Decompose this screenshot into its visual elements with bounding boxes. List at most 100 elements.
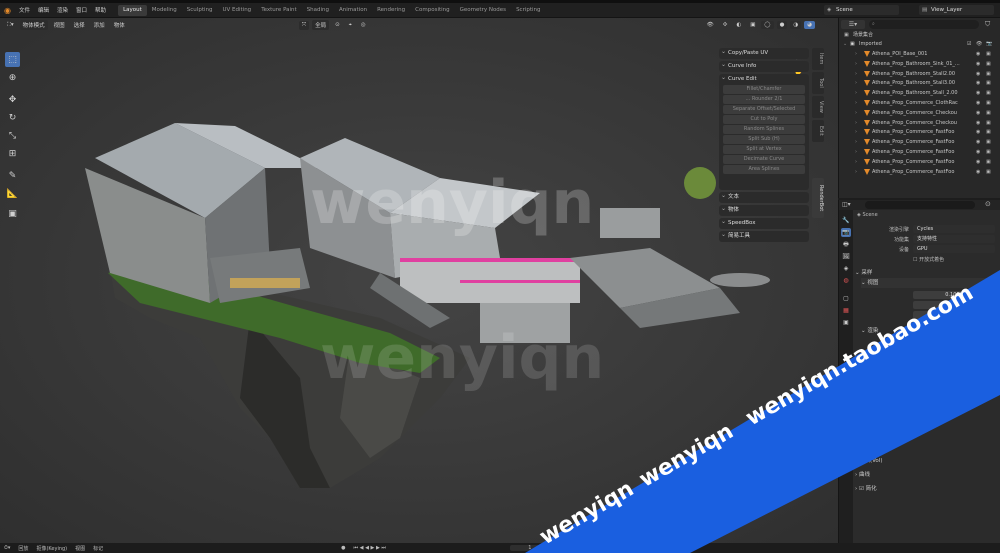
camera-icon[interactable]: ▣: [986, 168, 991, 177]
npanel-tab-view[interactable]: View: [812, 96, 824, 118]
annotate-icon[interactable]: ✎: [5, 168, 20, 183]
section-title[interactable]: Curve Info: [719, 60, 809, 71]
eye-icon[interactable]: ◉: [976, 148, 980, 157]
section-path-guiding[interactable]: › 路径引导: [861, 400, 999, 410]
outliner-item[interactable]: › Athena_POI_Base_001 ◉ ▣: [839, 50, 1000, 59]
transform-icon[interactable]: ⊞: [5, 146, 20, 161]
camera-icon[interactable]: ▣: [986, 158, 991, 167]
eye-icon[interactable]: 👁: [976, 40, 982, 49]
menu-view[interactable]: 视图: [51, 20, 68, 30]
open-shading-checkbox[interactable]: ☐ 开放式着色: [913, 256, 944, 263]
npanel-tab-tool[interactable]: Tool: [812, 72, 824, 94]
viewport-noise-threshold[interactable]: 0.1000: [913, 291, 995, 299]
chevron-right-icon[interactable]: ›: [855, 70, 857, 79]
curve-edit-button[interactable]: Area Splines: [723, 165, 805, 174]
select-box-icon[interactable]: ⬚: [5, 52, 20, 67]
menu-add[interactable]: 添加: [91, 20, 108, 30]
eye-icon[interactable]: ◉: [976, 99, 980, 108]
viewport-max-samples[interactable]: 1024: [913, 301, 995, 309]
view-layer-tab-icon[interactable]: 🖼: [841, 252, 851, 261]
section-advanced[interactable]: › 高级: [861, 424, 999, 434]
timeline-editor-icon[interactable]: ⏱▾: [0, 545, 14, 551]
npanel-tab-item[interactable]: Item: [812, 48, 824, 70]
eye-icon[interactable]: ◉: [976, 89, 980, 98]
eye-icon[interactable]: ◉: [976, 158, 980, 167]
section-viewport-sampling[interactable]: ⌄ 视图: [861, 278, 999, 288]
end-frame-field[interactable]: 250: [614, 545, 632, 551]
eye-icon[interactable]: ◉: [976, 70, 980, 79]
shading-material-icon[interactable]: ◑: [790, 21, 802, 29]
outliner-item[interactable]: › Athena_Prop_Bathroom_Stall2.00 ◉ ▣: [839, 70, 1000, 79]
camera-icon[interactable]: ▣: [986, 79, 991, 88]
pivot-icon[interactable]: ⊙: [332, 21, 343, 29]
outliner-collection-imported[interactable]: ⌄ ▣ Imported ☑ 👁 📷: [839, 40, 1000, 49]
snap-icon[interactable]: ⌖: [346, 21, 355, 30]
section-render-sampling[interactable]: ⌄ 渲染: [861, 326, 999, 336]
3d-viewport[interactable]: wenyiqn wenyiqn ⛶▾ 物体模式 视图 选择 添加 物体 ⤧ 全局…: [0, 18, 838, 543]
eye-icon[interactable]: ◉: [976, 109, 980, 118]
camera-icon[interactable]: ▣: [986, 89, 991, 98]
overlay-icon[interactable]: ◐: [733, 21, 744, 29]
chevron-right-icon[interactable]: ›: [855, 119, 857, 128]
curve-edit-button[interactable]: Split Sub (H): [723, 135, 805, 144]
add-cube-icon[interactable]: ▣: [5, 206, 20, 221]
cursor-icon[interactable]: ⊕: [5, 70, 20, 85]
tab-uv-editing[interactable]: UV Editing: [217, 5, 256, 16]
feature-set-select[interactable]: 支持特性: [913, 235, 995, 243]
menu-help[interactable]: 帮助: [91, 6, 110, 14]
chevron-right-icon[interactable]: ›: [855, 99, 857, 108]
chevron-right-icon[interactable]: ›: [855, 89, 857, 98]
camera-icon[interactable]: ▣: [986, 99, 991, 108]
tab-geometry-nodes[interactable]: Geometry Nodes: [455, 5, 511, 16]
camera-icon[interactable]: 📷: [986, 40, 992, 49]
tab-animation[interactable]: Animation: [334, 5, 372, 16]
transform-orientation[interactable]: 全局: [312, 20, 330, 30]
object-tab-icon[interactable]: ▣: [841, 318, 851, 327]
move-icon[interactable]: ✥: [5, 92, 20, 107]
outliner-item[interactable]: › Athena_Prop_Commerce_ClothRac ◉ ▣: [839, 99, 1000, 108]
outliner-item[interactable]: › Athena_Prop_Commerce_FastFoo ◉ ▣: [839, 148, 1000, 157]
tab-layout[interactable]: Layout: [118, 4, 147, 16]
proportional-icon[interactable]: ◎: [358, 21, 369, 29]
outliner-item[interactable]: › Athena_Prop_Commerce_FastFoo ◉ ▣: [839, 168, 1000, 177]
shading-solid-icon[interactable]: ●: [776, 21, 788, 29]
menu-render[interactable]: 渲染: [53, 6, 72, 14]
render-time-limit[interactable]: 0 sec: [923, 368, 995, 376]
menu-playback[interactable]: 回放: [14, 545, 32, 552]
chevron-right-icon[interactable]: ›: [855, 60, 857, 69]
outliner-item[interactable]: › Athena_Prop_Commerce_Checkou ◉ ▣: [839, 119, 1000, 128]
outliner-item[interactable]: › Athena_Prop_Commerce_FastFoo ◉ ▣: [839, 158, 1000, 167]
outliner-editor-icon[interactable]: ☰▾: [841, 20, 865, 29]
tab-scripting[interactable]: Scripting: [511, 5, 545, 16]
outliner-item[interactable]: › Athena_Prop_Commerce_Checkou ◉ ▣: [839, 109, 1000, 118]
outliner-scene-collection[interactable]: ▣ 场景集合: [839, 31, 1000, 40]
menu-window[interactable]: 窗口: [72, 6, 91, 14]
section-sampling[interactable]: ⌄ 采样: [855, 268, 999, 278]
tab-texture-paint[interactable]: Texture Paint: [256, 5, 302, 16]
chevron-down-icon[interactable]: ⌄: [843, 40, 847, 49]
shading-render-icon[interactable]: ◕: [804, 21, 815, 29]
start-frame-field[interactable]: 1: [580, 545, 591, 551]
camera-icon[interactable]: ▣: [986, 148, 991, 157]
eye-icon[interactable]: ◉: [976, 60, 980, 69]
menu-select[interactable]: 选择: [71, 20, 88, 30]
section-title[interactable]: 简易工具: [719, 230, 809, 241]
chevron-right-icon[interactable]: ›: [855, 79, 857, 88]
pin-icon[interactable]: ⊙: [985, 200, 991, 208]
rotate-icon[interactable]: ↻: [5, 110, 20, 125]
chevron-right-icon[interactable]: ›: [855, 138, 857, 147]
properties-search-input[interactable]: [865, 201, 975, 209]
eye-icon[interactable]: ◉: [976, 50, 980, 59]
eye-icon[interactable]: ◉: [976, 138, 980, 147]
camera-icon[interactable]: ▣: [986, 70, 991, 79]
filter-icon[interactable]: ⛉: [985, 20, 990, 29]
outliner-item[interactable]: › Athena_Prop_Bathroom_Stall_2.00 ◉ ▣: [839, 89, 1000, 98]
scene-tab-icon[interactable]: ◈: [841, 264, 851, 273]
tab-modeling[interactable]: Modeling: [147, 5, 182, 16]
menu-edit[interactable]: 编辑: [34, 6, 53, 14]
measure-icon[interactable]: 📐: [5, 186, 20, 201]
curve-edit-button[interactable]: Random Splines: [723, 125, 805, 134]
mode-selector[interactable]: 物体模式: [19, 20, 48, 30]
section-lights[interactable]: › 灯光: [861, 412, 999, 422]
render-engine-select[interactable]: Cycles: [913, 225, 995, 233]
